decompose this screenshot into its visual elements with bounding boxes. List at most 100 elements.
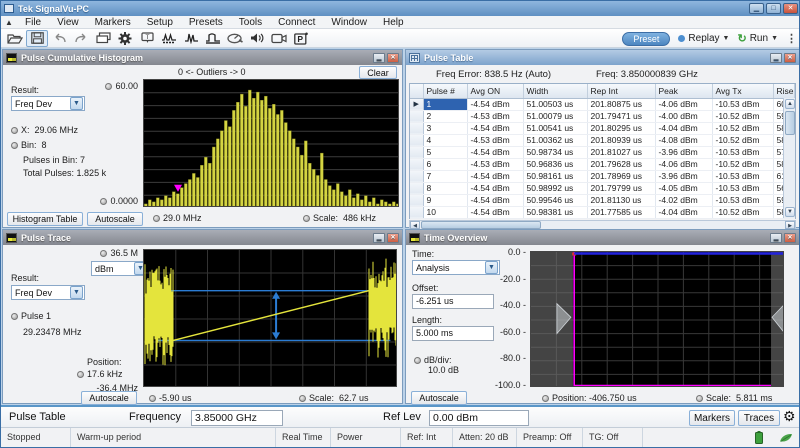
- table-cell[interactable]: -4.54 dBm: [467, 206, 523, 218]
- adjust-knob-icon[interactable]: [105, 83, 112, 90]
- table-cell[interactable]: 1: [423, 98, 467, 110]
- pulse-icon[interactable]: [180, 30, 202, 47]
- pulse-table-titlebar[interactable]: Pulse Table ▁ ✕: [406, 50, 799, 65]
- length-input[interactable]: 5.000 ms: [412, 326, 494, 341]
- table-cell[interactable]: -4.54 dBm: [467, 194, 523, 206]
- column-header-pulse-[interactable]: Pulse #: [423, 84, 467, 98]
- scroll-thumb[interactable]: [421, 221, 541, 229]
- table-row[interactable]: 7-4.54 dBm50.98161 us201.78969 us-3.96 d…: [410, 170, 795, 182]
- table-cell[interactable]: 201.81027 us: [587, 146, 655, 158]
- panel-minimize-icon[interactable]: ▁: [770, 233, 782, 243]
- menu-help[interactable]: Help: [375, 16, 412, 29]
- panel-minimize-icon[interactable]: ▁: [373, 53, 385, 63]
- menu-setup[interactable]: Setup: [139, 16, 181, 29]
- scroll-thumb[interactable]: [785, 111, 795, 135]
- row-gutter[interactable]: ▶: [410, 98, 423, 110]
- table-cell[interactable]: 201.78969 us: [587, 170, 655, 182]
- table-cell[interactable]: 7: [423, 170, 467, 182]
- table-cell[interactable]: 50.98161 us: [523, 170, 587, 182]
- table-cell[interactable]: -4.53 dBm: [467, 110, 523, 122]
- column-header-avg-tx[interactable]: Avg Tx: [712, 84, 773, 98]
- adjust-knob-icon[interactable]: [303, 215, 310, 222]
- table-row[interactable]: 5-4.54 dBm50.98734 us201.81027 us-3.96 d…: [410, 146, 795, 158]
- table-cell[interactable]: 201.79471 us: [587, 110, 655, 122]
- table-cell[interactable]: -10.52 dBm: [712, 110, 773, 122]
- preset-button[interactable]: Preset: [622, 32, 670, 46]
- row-gutter[interactable]: [410, 194, 423, 206]
- adjust-knob-icon[interactable]: [153, 215, 160, 222]
- table-row[interactable]: 3-4.54 dBm51.00541 us201.80295 us-4.04 d…: [410, 122, 795, 134]
- maximize-button[interactable]: □: [766, 3, 781, 14]
- table-cell[interactable]: -4.54 dBm: [467, 182, 523, 194]
- table-cell[interactable]: 50.98734 us: [523, 146, 587, 158]
- scroll-up-icon[interactable]: ▲: [785, 99, 795, 109]
- row-gutter[interactable]: [410, 110, 423, 122]
- camera-icon[interactable]: [268, 30, 290, 47]
- row-gutter[interactable]: [410, 134, 423, 146]
- offset-input[interactable]: -6.251 us: [412, 294, 494, 309]
- redo-icon[interactable]: [70, 30, 92, 47]
- row-gutter[interactable]: [410, 170, 423, 182]
- table-cell[interactable]: -4.05 dBm: [655, 182, 712, 194]
- table-cell[interactable]: 3: [423, 122, 467, 134]
- table-cell[interactable]: 50.96836 us: [523, 158, 587, 170]
- pulse-table[interactable]: Pulse #Avg ONWidthRep IntPeakAvg TxRise …: [410, 84, 795, 219]
- scroll-down-icon[interactable]: ▼: [785, 207, 795, 217]
- panel-close-icon[interactable]: ✕: [387, 233, 399, 243]
- table-cell[interactable]: -10.52 dBm: [712, 134, 773, 146]
- table-cell[interactable]: -10.52 dBm: [712, 206, 773, 218]
- table-cell[interactable]: 201.79799 us: [587, 182, 655, 194]
- table-cell[interactable]: -10.53 dBm: [712, 98, 773, 110]
- table-cell[interactable]: 201.80875 us: [587, 98, 655, 110]
- run-button[interactable]: ↻Run▼: [737, 32, 778, 45]
- table-cell[interactable]: -10.53 dBm: [712, 194, 773, 206]
- table-cell[interactable]: 201.77585 us: [587, 206, 655, 218]
- table-cell[interactable]: -4.53 dBm: [467, 158, 523, 170]
- table-cell[interactable]: -4.54 dBm: [467, 146, 523, 158]
- close-button[interactable]: ✕: [783, 3, 798, 14]
- table-cell[interactable]: -4.04 dBm: [655, 122, 712, 134]
- table-cell[interactable]: 51.00541 us: [523, 122, 587, 134]
- menu-window[interactable]: Window: [323, 16, 375, 29]
- adjust-knob-icon[interactable]: [299, 395, 306, 402]
- gear-icon[interactable]: [114, 30, 136, 47]
- table-cell[interactable]: -4.00 dBm: [655, 110, 712, 122]
- table-cell[interactable]: 51.00079 us: [523, 110, 587, 122]
- open-folder-icon[interactable]: [4, 30, 26, 47]
- adjust-knob-icon[interactable]: [11, 313, 18, 320]
- table-row[interactable]: 9-4.54 dBm50.99546 us201.81130 us-4.02 d…: [410, 194, 795, 206]
- table-cell[interactable]: -4.04 dBm: [655, 206, 712, 218]
- spectrum-icon[interactable]: [158, 30, 180, 47]
- autoscale-button[interactable]: Autoscale: [81, 391, 137, 405]
- table-cell[interactable]: -3.96 dBm: [655, 170, 712, 182]
- clear-button[interactable]: Clear: [359, 66, 397, 79]
- eject-icon[interactable]: ▲: [1, 18, 17, 27]
- preset-p-icon[interactable]: P: [290, 30, 312, 47]
- ref-lev-input[interactable]: 0.00 dBm: [429, 410, 529, 426]
- histogram-titlebar[interactable]: Pulse Cumulative Histogram ▁ ✕: [3, 50, 402, 65]
- unit-dropdown[interactable]: dBm ▼: [91, 261, 149, 276]
- adjust-knob-icon[interactable]: [542, 395, 549, 402]
- table-cell[interactable]: -4.02 dBm: [655, 194, 712, 206]
- table-cell[interactable]: -4.06 dBm: [655, 98, 712, 110]
- row-gutter[interactable]: [410, 146, 423, 158]
- traces-button[interactable]: Traces: [738, 410, 780, 426]
- text-marker-icon[interactable]: T: [136, 30, 158, 47]
- table-cell[interactable]: 5: [423, 146, 467, 158]
- histogram-plot[interactable]: [143, 79, 399, 207]
- table-cell[interactable]: -4.08 dBm: [655, 134, 712, 146]
- adjust-knob-icon[interactable]: [414, 357, 421, 364]
- column-header-rep-int[interactable]: Rep Int: [587, 84, 655, 98]
- time-overview-titlebar[interactable]: Time Overview ▁ ✕: [406, 230, 799, 245]
- time-overview-plot[interactable]: [530, 251, 784, 387]
- table-cell[interactable]: 9: [423, 194, 467, 206]
- table-cell[interactable]: -10.52 dBm: [712, 122, 773, 134]
- panel-close-icon[interactable]: ✕: [784, 53, 796, 63]
- column-header-width[interactable]: Width: [523, 84, 587, 98]
- table-cell[interactable]: 6: [423, 158, 467, 170]
- table-cell[interactable]: -4.54 dBm: [467, 170, 523, 182]
- adjust-knob-icon[interactable]: [696, 395, 703, 402]
- table-cell[interactable]: 8: [423, 182, 467, 194]
- row-gutter[interactable]: [410, 158, 423, 170]
- undo-icon[interactable]: [48, 30, 70, 47]
